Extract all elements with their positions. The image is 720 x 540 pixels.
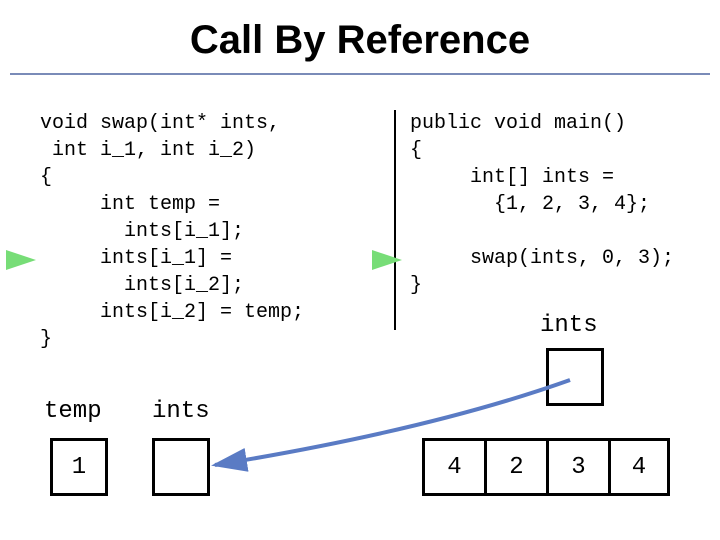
pointer-arrow-icon [0, 0, 720, 540]
